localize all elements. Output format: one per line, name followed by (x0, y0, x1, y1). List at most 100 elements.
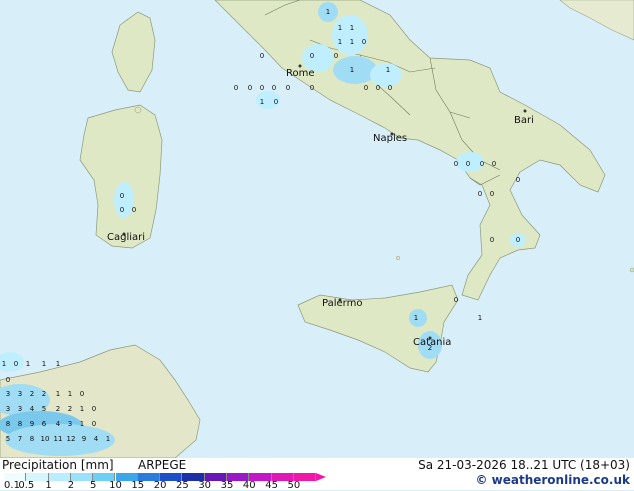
city-label: Rome (286, 68, 315, 79)
value-label: 0 (92, 420, 96, 428)
city-label: Cagliari (107, 232, 145, 243)
legend-tick-label: 45 (265, 480, 278, 491)
value-label: 1 (56, 390, 60, 398)
value-label: 0 (364, 84, 368, 92)
value-label: 0 (234, 84, 238, 92)
legend-tick-label: 25 (176, 480, 189, 491)
value-label: 0 (454, 296, 458, 304)
value-label: 0 (310, 84, 314, 92)
value-label: 1 (80, 405, 84, 413)
value-label: 2 (428, 344, 432, 352)
value-label: 0 (466, 160, 470, 168)
value-label: 0 (492, 160, 496, 168)
value-label: 1 (326, 8, 330, 16)
value-label: 2 (30, 390, 34, 398)
city-label: Palermo (322, 298, 362, 309)
value-label: 0 (376, 84, 380, 92)
value-label: 1 (338, 38, 342, 46)
value-label: 1 (42, 360, 46, 368)
value-label: 1 (2, 360, 6, 368)
value-label: 0 (286, 84, 290, 92)
value-label: 6 (42, 420, 47, 428)
value-label: 11 (54, 435, 63, 443)
legend-tick-label: 0.5 (18, 480, 35, 491)
value-label: 1 (260, 98, 264, 106)
value-label: 0 (6, 376, 10, 384)
value-label: 0 (260, 84, 264, 92)
legend-title: Precipitation [mm] (2, 458, 114, 472)
precipitation-map: Rome Naples Bari Cagliari Palermo Catani… (0, 0, 634, 458)
value-label: 9 (30, 420, 34, 428)
value-label: 0 (274, 98, 278, 106)
forecast-datetime: Sa 21-03-2026 18..21 UTC (18+03) (418, 458, 630, 472)
value-label: 0 (14, 360, 18, 368)
value-label: 0 (248, 84, 252, 92)
value-label: 5 (42, 405, 46, 413)
legend-arrow (316, 473, 327, 481)
legend-tick-label: 40 (242, 480, 256, 491)
legend-tick-label: 5 (90, 480, 97, 491)
legend-tick-label: 10 (109, 480, 122, 491)
legend-tick-label: 15 (131, 480, 145, 491)
value-label: 2 (68, 405, 72, 413)
value-label: 0 (92, 405, 96, 413)
island (629, 267, 634, 273)
value-label: 0 (454, 160, 458, 168)
value-label: 1 (26, 360, 30, 368)
value-label: 1 (386, 66, 390, 74)
value-label: 4 (94, 435, 99, 443)
value-label: 1 (68, 390, 72, 398)
island (395, 255, 401, 261)
value-label: 0 (516, 176, 520, 184)
value-label: 0 (80, 390, 84, 398)
value-label: 7 (18, 435, 22, 443)
legend-tick-label: 20 (153, 480, 167, 491)
value-label: 8 (18, 420, 22, 428)
value-label: 0 (272, 84, 276, 92)
model-name: ARPEGE (138, 458, 187, 472)
value-label: 1 (414, 314, 418, 322)
value-label: 1 (56, 360, 60, 368)
value-label: 1 (106, 435, 110, 443)
value-label: 3 (18, 405, 22, 413)
value-label: 0 (480, 160, 484, 168)
value-label: 0 (490, 236, 494, 244)
value-label: 0 (132, 206, 136, 214)
value-label: 0 (388, 84, 392, 92)
value-label: 3 (6, 405, 10, 413)
value-label: 4 (30, 405, 35, 413)
value-label: 0 (120, 206, 124, 214)
value-label: 0 (310, 52, 314, 60)
value-label: 0 (362, 38, 366, 46)
value-label: 10 (41, 435, 50, 443)
value-label: 1 (80, 420, 84, 428)
value-label: 1 (478, 314, 482, 322)
value-label: 3 (18, 390, 22, 398)
island (134, 106, 142, 114)
value-label: 1 (350, 24, 354, 32)
value-label: 1 (350, 38, 354, 46)
value-label: 1 (350, 66, 354, 74)
legend-tick-label: 50 (287, 480, 301, 491)
city-label: Naples (373, 133, 407, 144)
city-label: Bari (514, 115, 534, 126)
value-label: 0 (260, 52, 264, 60)
site-credit[interactable]: © weatheronline.co.uk (475, 473, 630, 487)
value-label: 1 (338, 24, 342, 32)
legend-tick-label: 30 (198, 480, 212, 491)
value-label: 8 (6, 420, 10, 428)
value-label: 0 (120, 192, 124, 200)
value-label: 5 (6, 435, 10, 443)
value-label: 2 (56, 405, 60, 413)
weather-map-view: Rome Naples Bari Cagliari Palermo Catani… (0, 0, 634, 491)
value-label: 3 (68, 420, 72, 428)
legend-tick-label: 1 (45, 480, 52, 491)
value-label: 0 (490, 190, 494, 198)
legend-tick-label: 35 (220, 480, 234, 491)
value-label: 0 (516, 236, 520, 244)
value-label: 9 (82, 435, 86, 443)
value-label: 3 (6, 390, 10, 398)
value-label: 12 (67, 435, 76, 443)
value-label: 4 (56, 420, 61, 428)
value-label: 0 (334, 52, 338, 60)
